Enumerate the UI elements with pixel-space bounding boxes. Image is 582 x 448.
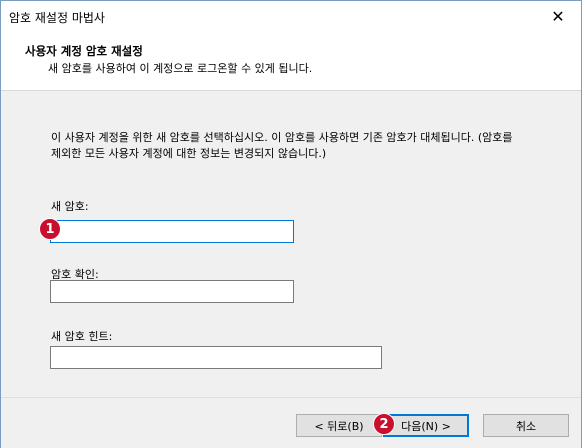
description-text: 이 사용자 계정을 위한 새 암호를 선택하십시오. 이 암호를 사용하면 기존… <box>51 131 513 160</box>
password-hint-label: 새 암호 힌트: <box>51 330 113 343</box>
password-hint-field-wrapper <box>50 346 382 369</box>
next-button[interactable]: 다음(N) > <box>383 414 469 437</box>
annotation-marker-1: 1 <box>39 218 61 240</box>
wizard-header: 사용자 계정 암호 재설정 새 암호를 사용하여 이 계정으로 로그온할 수 있… <box>1 31 581 91</box>
title-bar: 암호 재설정 마법사 ✕ <box>1 1 581 31</box>
wizard-body: 이 사용자 계정을 위한 새 암호를 선택하십시오. 이 암호를 사용하면 기존… <box>1 92 581 397</box>
new-password-label: 새 암호: <box>51 200 89 213</box>
close-button[interactable]: ✕ <box>535 1 581 31</box>
cancel-button[interactable]: 취소 <box>483 414 569 437</box>
page-subtitle: 새 암호를 사용하여 이 계정으로 로그온할 수 있게 됩니다. <box>48 62 313 75</box>
page-title: 사용자 계정 암호 재설정 <box>25 44 143 58</box>
wizard-footer: < 뒤로(B) 다음(N) > 취소 <box>1 397 581 448</box>
password-reset-wizard-window: 암호 재설정 마법사 ✕ 사용자 계정 암호 재설정 새 암호를 사용하여 이 … <box>0 0 582 448</box>
password-hint-input[interactable] <box>51 347 381 368</box>
new-password-input[interactable] <box>51 221 293 242</box>
confirm-password-field-wrapper <box>50 280 294 303</box>
close-icon: ✕ <box>551 6 565 26</box>
confirm-password-input[interactable] <box>51 281 293 302</box>
annotation-marker-2: 2 <box>373 413 395 435</box>
back-button[interactable]: < 뒤로(B) <box>296 414 382 437</box>
window-title: 암호 재설정 마법사 <box>9 11 105 25</box>
new-password-field-wrapper <box>50 220 294 243</box>
